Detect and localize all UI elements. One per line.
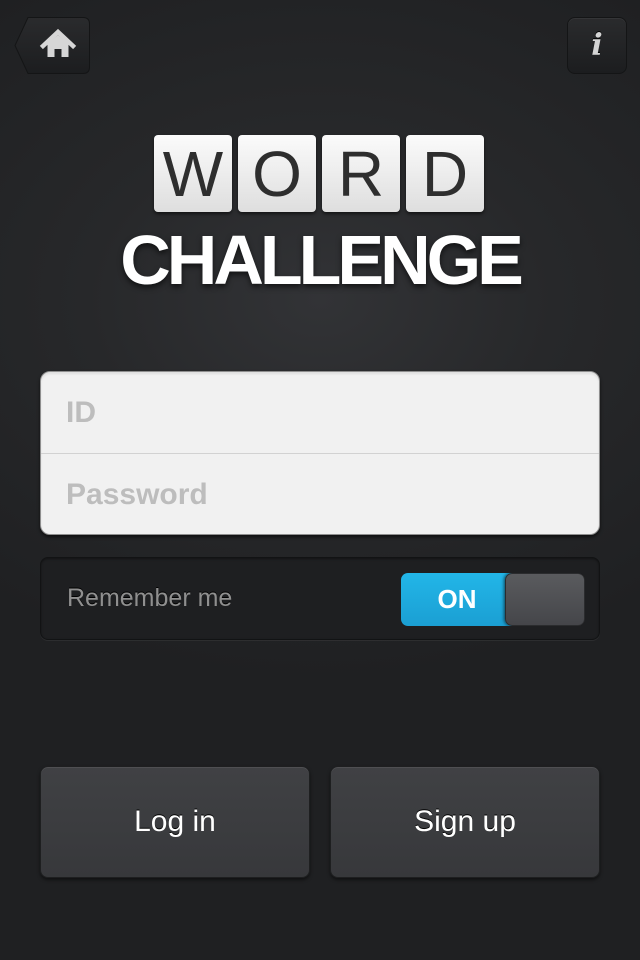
home-button[interactable]: [14, 17, 90, 74]
toggle-knob[interactable]: [505, 573, 585, 626]
remember-me-toggle[interactable]: ON: [401, 573, 585, 626]
id-input[interactable]: [41, 372, 599, 453]
password-input[interactable]: [41, 454, 599, 534]
remember-me-label: Remember me: [67, 584, 233, 612]
logo-tile-o: O: [238, 135, 316, 212]
info-button[interactable]: i: [567, 17, 627, 74]
login-form: [40, 371, 600, 535]
logo-tile-w: W: [154, 135, 232, 212]
login-button[interactable]: Log in: [40, 766, 310, 878]
toggle-on-label: ON: [401, 573, 513, 626]
logo-tile-d: D: [406, 135, 484, 212]
logo-subtitle: CHALLENGE: [120, 221, 524, 299]
home-button-shape: [14, 17, 90, 74]
info-icon: i: [591, 28, 603, 63]
remember-me-row: Remember me ON: [40, 557, 600, 640]
logo-tile-r: R: [322, 135, 400, 212]
signup-button[interactable]: Sign up: [330, 766, 600, 878]
